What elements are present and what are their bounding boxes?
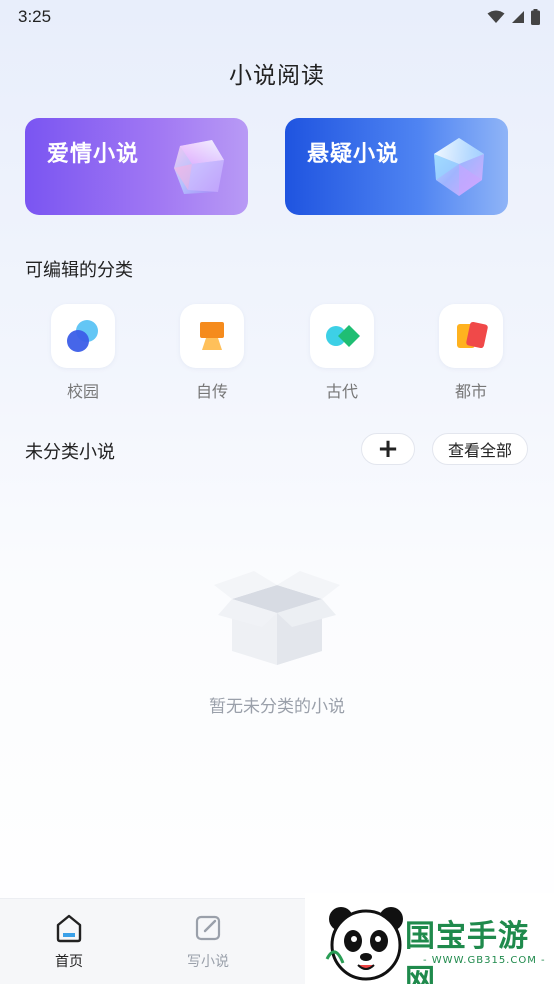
home-icon [56, 914, 82, 943]
status-icons [487, 9, 540, 25]
romance-novel-card[interactable]: 爱情小说 [25, 118, 248, 215]
category-label: 校园 [66, 382, 99, 401]
cards-icon [457, 321, 488, 349]
uncategorized-title: 未分类小说 [25, 442, 115, 463]
category-icon-box [310, 304, 374, 368]
circle-diamond-icon [326, 325, 360, 347]
category-icon-box [439, 304, 503, 368]
category-label: 自传 [195, 382, 228, 401]
mystery-card-label: 悬疑小说 [307, 141, 400, 167]
plus-icon: + [377, 434, 399, 464]
view-all-button[interactable]: 查看全部 [432, 433, 528, 465]
status-time: 3:25 [18, 7, 52, 26]
editable-categories-title: 可编辑的分类 [25, 260, 133, 281]
nav-write[interactable]: 写小说 [178, 913, 238, 971]
page-title: 小说阅读 [229, 63, 325, 89]
category-autobiography[interactable]: 自传 [180, 304, 244, 402]
category-campus[interactable]: 校园 [51, 304, 115, 402]
category-icon-box [51, 304, 115, 368]
category-icon-box [180, 304, 244, 368]
nav-write-label: 写小说 [187, 954, 229, 970]
easel-icon [200, 322, 224, 350]
category-urban[interactable]: 都市 [439, 304, 503, 402]
wifi-icon [487, 10, 505, 23]
battery-icon [531, 9, 540, 25]
status-bar: 3:25 [0, 0, 554, 34]
mystery-novel-card[interactable]: 悬疑小说 [285, 118, 508, 215]
edit-icon [195, 915, 221, 941]
watermark-text: 国宝手游网 [405, 919, 529, 984]
panda-logo-icon [325, 907, 403, 981]
nav-home[interactable]: 首页 [39, 913, 99, 971]
category-label: 古代 [325, 382, 358, 401]
add-novel-button[interactable]: + [361, 433, 415, 465]
category-label: 都市 [454, 382, 487, 401]
empty-box-icon [214, 571, 340, 665]
category-ancient[interactable]: 古代 [310, 304, 374, 402]
nav-home-label: 首页 [55, 954, 83, 970]
watermark-url: - WWW.GB315.COM - [423, 955, 546, 966]
romance-card-label: 爱情小说 [47, 141, 140, 167]
signal-icon [512, 11, 524, 23]
empty-state-text: 暂无未分类的小说 [209, 697, 345, 717]
watermark-logo: 国宝手游网 - WWW.GB315.COM - [305, 893, 554, 984]
overlapping-circles-icon [67, 320, 98, 352]
